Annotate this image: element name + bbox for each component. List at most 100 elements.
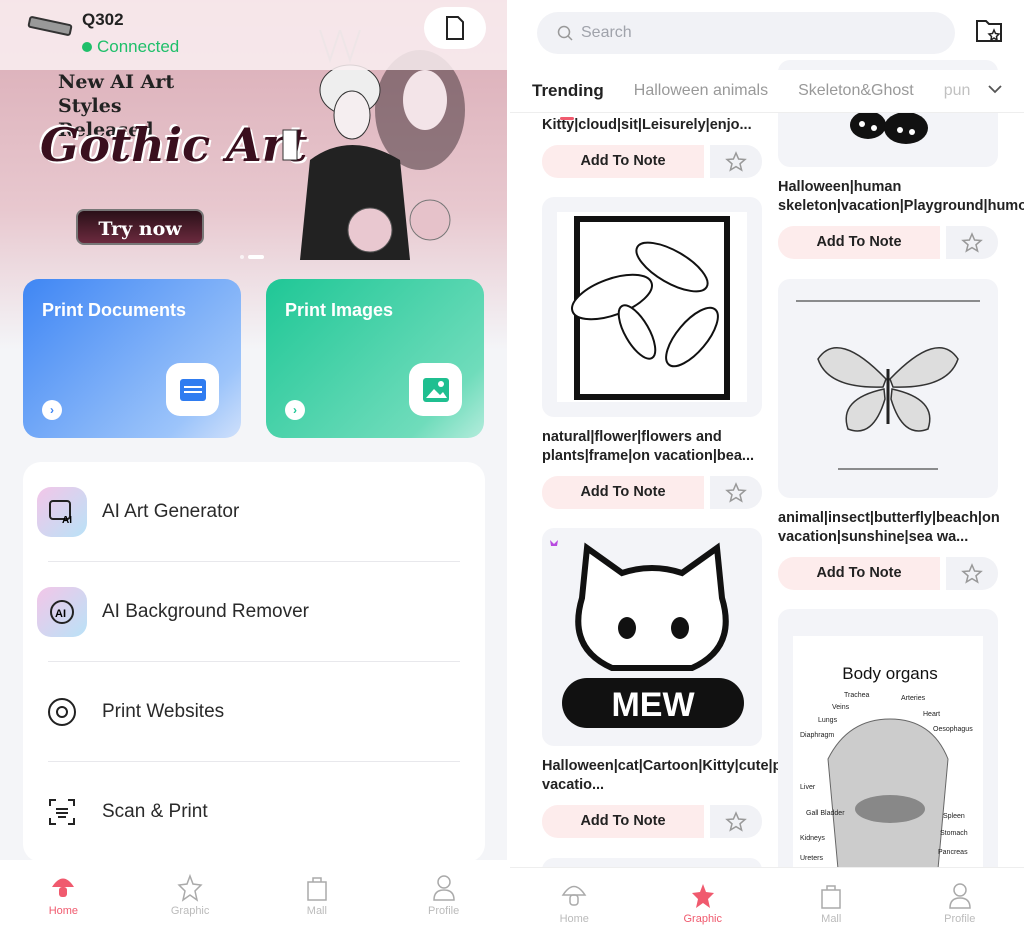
svg-text:Heart: Heart <box>923 711 940 718</box>
nav-home[interactable]: Home <box>0 874 127 945</box>
svg-text:MEW: MEW <box>611 686 695 724</box>
documents-button[interactable] <box>424 7 486 49</box>
menu-item-scan-print[interactable]: Scan & Print <box>23 762 485 862</box>
svg-text:Stomach: Stomach <box>940 830 968 837</box>
svg-text:Trachea: Trachea <box>844 692 870 699</box>
favorite-star-button[interactable] <box>946 557 998 590</box>
bag-icon <box>821 885 841 909</box>
svg-text:Veins: Veins <box>832 704 850 711</box>
premium-crown-icon <box>550 540 558 546</box>
menu-item-ai-background-remover[interactable]: AI AI Background Remover <box>23 562 485 662</box>
mew-cat-image[interactable]: MEW <box>542 528 762 746</box>
arrow-right-icon: › <box>42 400 62 420</box>
nav-graphic[interactable]: Graphic <box>127 874 254 945</box>
lily-flower-image[interactable] <box>542 197 762 417</box>
scan-icon <box>37 787 87 837</box>
try-now-button[interactable]: Try now <box>76 209 204 245</box>
svg-text:Liver: Liver <box>800 784 816 791</box>
home-screen: New AI Art Styles Released Gothic Art Tr… <box>0 0 507 945</box>
bottom-nav: Home Graphic Mall Profile <box>0 860 507 945</box>
search-input[interactable]: Search <box>537 12 955 54</box>
item-actions: Add To Note <box>542 145 762 178</box>
arrow-right-icon: › <box>285 400 305 420</box>
svg-text:Arteries: Arteries <box>901 695 926 702</box>
svg-text:AI: AI <box>62 515 72 524</box>
print-images-card[interactable]: Print Images › <box>266 279 484 438</box>
chrome-icon <box>37 687 87 737</box>
favorite-star-button[interactable] <box>710 476 762 509</box>
ai-image-icon: AI <box>37 487 87 537</box>
menu-label: Scan & Print <box>102 801 208 822</box>
mushroom-icon <box>52 878 75 897</box>
add-to-note-button[interactable]: Add To Note <box>778 557 940 590</box>
item-caption: Halloween|human skeleton|vacation|Playgr… <box>778 179 1024 214</box>
favorite-star-button[interactable] <box>710 145 762 178</box>
tools-menu: AI AI Art Generator AI AI Background Rem… <box>23 462 485 862</box>
menu-label: AI Background Remover <box>102 601 309 622</box>
nav-mall[interactable]: Mall <box>254 874 381 945</box>
svg-text:Diaphragm: Diaphragm <box>800 732 834 739</box>
nav-mall[interactable]: Mall <box>767 882 896 945</box>
svg-text:Lungs: Lungs <box>818 717 838 724</box>
svg-text:Gall Bladder: Gall Bladder <box>806 810 845 817</box>
favorites-folder-icon[interactable] <box>975 18 1003 44</box>
banner-pagination[interactable] <box>240 255 264 259</box>
item-caption: natural|flower|flowers and plants|frame|… <box>542 429 755 464</box>
banner-title: Gothic Art <box>40 118 308 172</box>
star-icon <box>691 884 714 908</box>
card-label: Print Images <box>285 300 394 320</box>
item-actions: Add To Note <box>778 226 998 259</box>
bottom-nav: Home Graphic Mall Profile <box>510 868 1024 945</box>
favorite-star-button[interactable] <box>946 226 998 259</box>
bag-icon <box>307 877 327 901</box>
person-icon <box>432 875 455 901</box>
tab-skeleton-ghost[interactable]: Skeleton&Ghost <box>798 82 914 100</box>
butterfly-image[interactable] <box>778 279 998 498</box>
svg-text:Oesophagus: Oesophagus <box>933 726 973 733</box>
image-icon <box>409 363 462 416</box>
device-name: Q302 <box>82 10 124 29</box>
tab-pun[interactable]: pun <box>944 82 971 100</box>
item-caption: Halloween|cat|Cartoon|Kitty|cute|pattern… <box>542 758 883 793</box>
category-tabs: Trending Halloween animals Skeleton&Ghos… <box>510 70 1024 120</box>
tab-trending[interactable]: Trending <box>532 81 604 120</box>
star-icon <box>177 874 203 902</box>
item-caption: Kitty|cloud|sit|Leisurely|enjo... <box>542 117 752 133</box>
nav-profile[interactable]: Profile <box>896 882 1024 945</box>
item-actions: Add To Note <box>778 557 998 590</box>
favorite-star-button[interactable] <box>710 805 762 838</box>
nav-graphic[interactable]: Graphic <box>639 882 768 945</box>
search-icon <box>557 25 573 41</box>
menu-label: AI Art Generator <box>102 501 240 522</box>
svg-text:Ureters: Ureters <box>800 855 823 862</box>
connection-status: Connected <box>82 37 179 57</box>
add-to-note-button[interactable]: Add To Note <box>542 805 704 838</box>
person-icon <box>948 883 971 909</box>
item-actions: Add To Note <box>542 476 762 509</box>
chevron-down-icon[interactable] <box>986 80 1004 98</box>
nav-profile[interactable]: Profile <box>380 874 507 945</box>
svg-text:Body organs: Body organs <box>842 664 937 683</box>
body-organs-image[interactable]: Body organs Trachea Arteries Veins Heart L… <box>778 609 998 879</box>
document-icon <box>166 363 219 416</box>
mushroom-icon <box>561 885 587 906</box>
svg-text:Pancreas: Pancreas <box>938 849 968 856</box>
card-label: Print Documents <box>42 300 187 320</box>
menu-label: Print Websites <box>102 701 225 722</box>
graphic-screen: Kitty|cloud|sit|Leisurely|enjo... Add To… <box>510 0 1024 945</box>
document-icon <box>446 16 464 40</box>
menu-item-print-websites[interactable]: Print Websites <box>23 662 485 762</box>
svg-text:Kidneys: Kidneys <box>800 835 825 842</box>
print-documents-card[interactable]: Print Documents › <box>23 279 241 438</box>
nav-home[interactable]: Home <box>510 882 639 945</box>
add-to-note-button[interactable]: Add To Note <box>778 226 940 259</box>
menu-item-ai-art-generator[interactable]: AI AI Art Generator <box>23 462 485 562</box>
item-caption: animal|insect|butterfly|beach|on vacatio… <box>778 510 1000 545</box>
printer-icon <box>27 15 73 37</box>
add-to-note-button[interactable]: Add To Note <box>542 476 704 509</box>
add-to-note-button[interactable]: Add To Note <box>542 145 704 178</box>
tab-halloween-animals[interactable]: Halloween animals <box>634 82 768 100</box>
svg-text:Spleen: Spleen <box>943 813 965 820</box>
svg-text:AI: AI <box>55 608 66 620</box>
ai-remove-bg-icon: AI <box>37 587 87 637</box>
